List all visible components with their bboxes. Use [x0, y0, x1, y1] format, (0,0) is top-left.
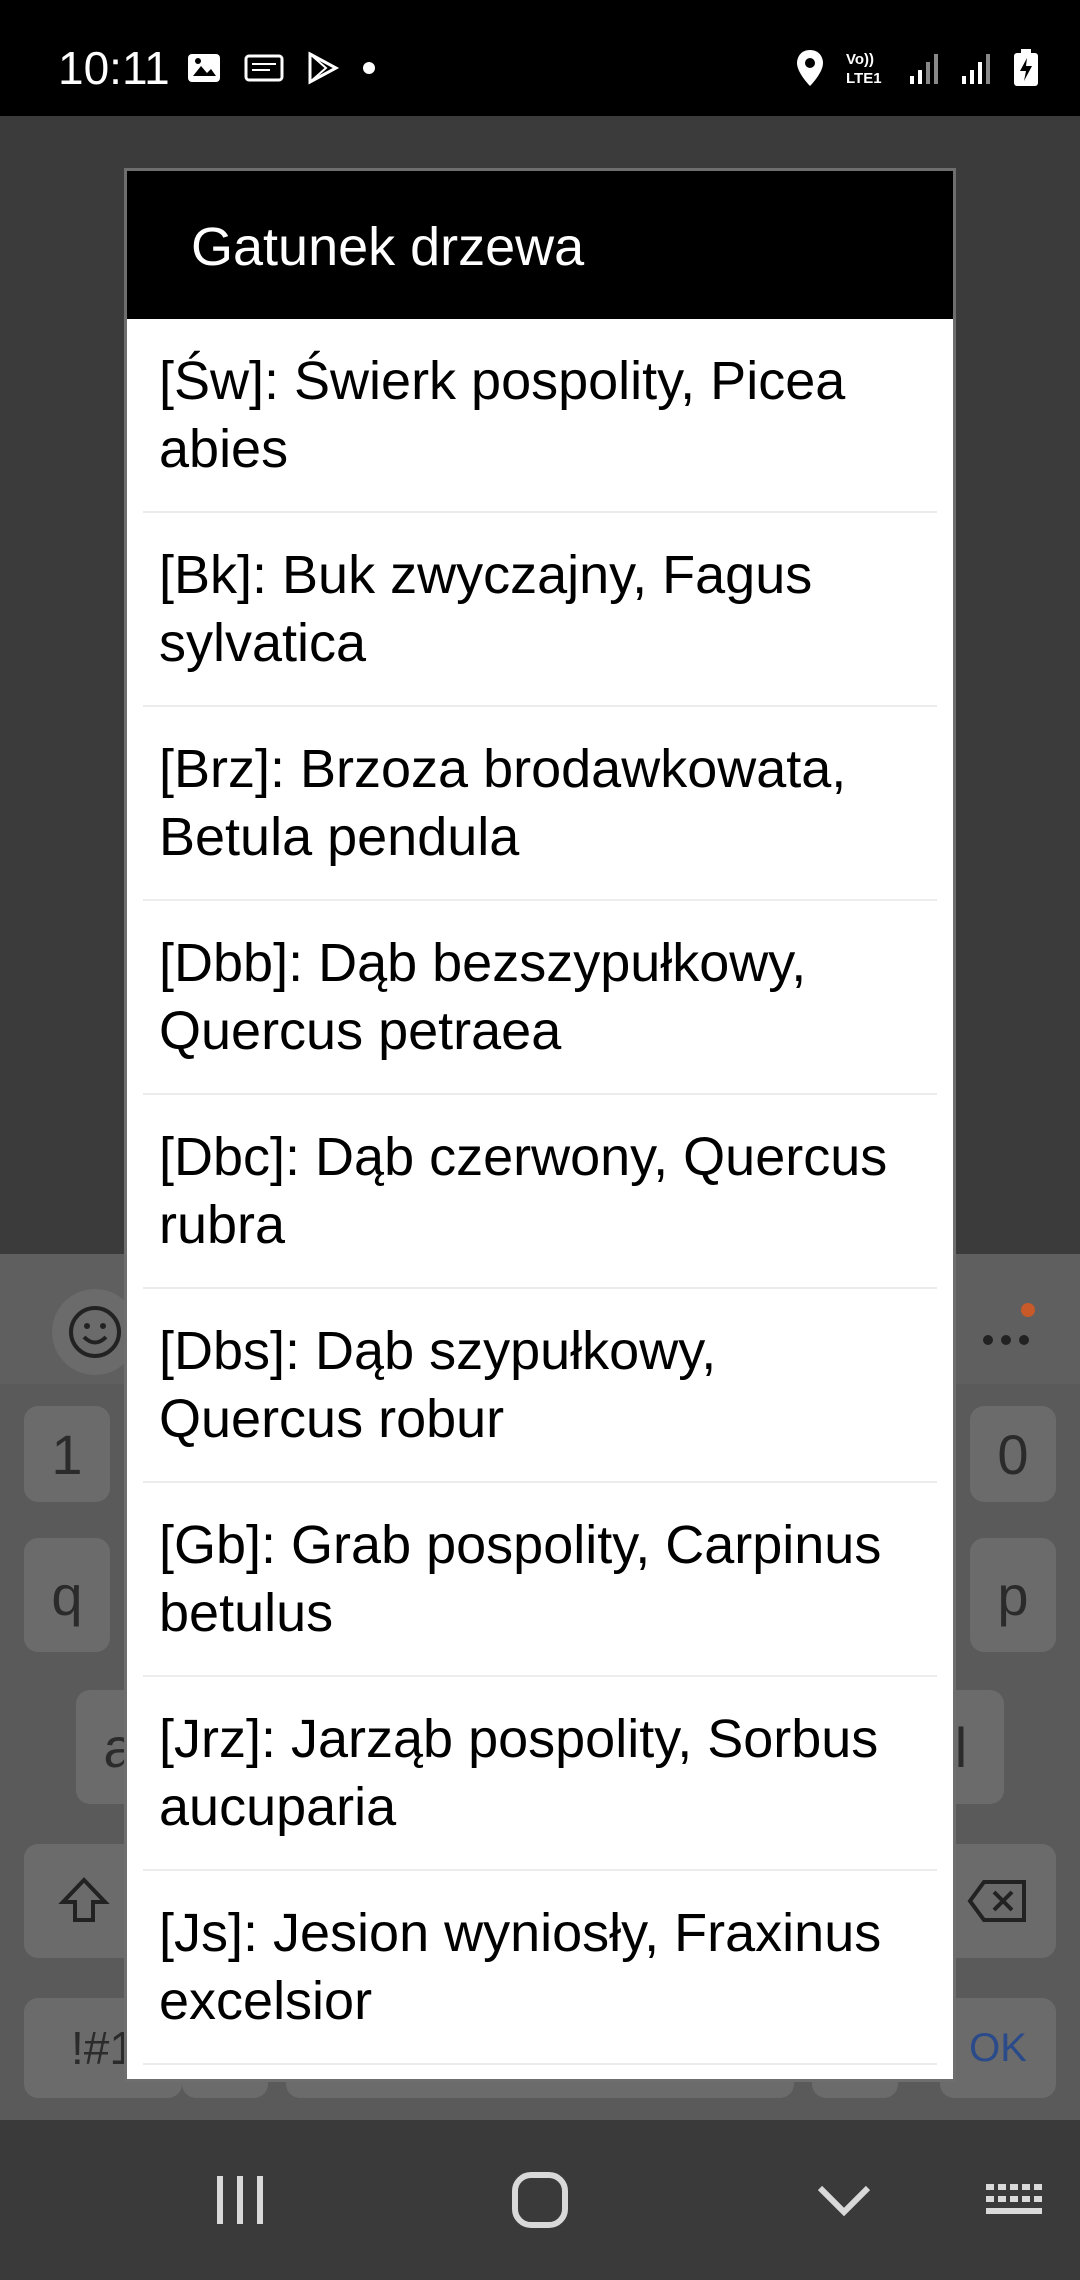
key-0[interactable]: 0 [970, 1406, 1056, 1502]
hide-keyboard-button[interactable] [804, 2160, 884, 2240]
list-item[interactable]: [Gb]: Grab pospolity, Carpinus betulus [127, 1483, 953, 1677]
recent-apps-button[interactable] [200, 2160, 280, 2240]
list-item[interactable]: [Brz]: Brzoza brodawkowata, Betula pendu… [127, 707, 953, 901]
list-item-label: [Dbb]: Dąb bezszypułkowy, Quercus petrae… [159, 933, 807, 1061]
home-button[interactable] [500, 2160, 580, 2240]
list-item[interactable]: [Dbc]: Dąb czerwony, Quercus rubra [127, 1095, 953, 1289]
dot-icon [363, 62, 375, 74]
dialog-title: Gatunek drzewa [191, 217, 585, 277]
svg-text:LTE1: LTE1 [846, 70, 882, 87]
list-item[interactable]: [Dbs]: Dąb szypułkowy, Quercus robur [127, 1289, 953, 1483]
list-item[interactable]: [Js]: Jesion wyniosły, Fraxinus excelsio… [127, 1871, 953, 2065]
ok-key[interactable]: OK [940, 1998, 1056, 2098]
location-icon [797, 50, 823, 86]
list-item-label: [Bk]: Buk zwyczajny, Fagus sylvatica [159, 545, 813, 673]
navigation-bar [0, 2120, 1080, 2280]
status-bar: 10:11 Vo)) LTE1 [0, 0, 1080, 116]
divider [143, 2063, 937, 2065]
signal-1-icon [910, 54, 938, 84]
list-item-label: [Js]: Jesion wyniosły, Fraxinus excelsio… [159, 1903, 882, 2031]
species-list: [Św]: Świerk pospolity, Picea abies [Bk]… [127, 319, 953, 2065]
shift-icon [58, 1877, 110, 1922]
volte-icon: Vo)) LTE1 [846, 51, 882, 87]
more-options-icon[interactable] [976, 1292, 1036, 1352]
backspace-key[interactable] [940, 1844, 1056, 1958]
list-item[interactable]: [Jrz]: Jarząb pospolity, Sorbus aucupari… [127, 1677, 953, 1871]
status-icons-right: Vo)) LTE1 [794, 48, 1040, 88]
cast-icon [244, 54, 284, 82]
battery-charging-icon [1014, 49, 1038, 86]
list-item-label: [Dbs]: Dąb szypułkowy, Quercus robur [159, 1321, 717, 1449]
home-icon [512, 2172, 568, 2228]
list-item-label: [Jrz]: Jarząb pospolity, Sorbus aucupari… [159, 1709, 879, 1837]
recent-apps-icon [217, 2176, 263, 2224]
list-item-label: [Św]: Świerk pospolity, Picea abies [159, 351, 846, 479]
dialog-header: Gatunek drzewa [127, 171, 953, 319]
keyboard-icon [986, 2184, 1042, 2214]
list-item-label: [Gb]: Grab pospolity, Carpinus betulus [159, 1515, 882, 1643]
svg-text:Vo)): Vo)) [846, 51, 874, 68]
list-item-label: [Brz]: Brzoza brodawkowata, Betula pendu… [159, 739, 847, 867]
gallery-icon [188, 54, 220, 82]
signal-2-icon [962, 54, 990, 84]
backspace-icon [967, 1880, 1026, 1922]
play-store-icon [308, 51, 340, 85]
key-p[interactable]: p [970, 1538, 1056, 1652]
key-1[interactable]: 1 [24, 1406, 110, 1502]
list-item-label: [Dbc]: Dąb czerwony, Quercus rubra [159, 1127, 888, 1255]
key-q[interactable]: q [24, 1538, 110, 1652]
status-time: 10:11 [58, 42, 170, 94]
list-item[interactable]: [Dbb]: Dąb bezszypułkowy, Quercus petrae… [127, 901, 953, 1095]
chevron-down-icon [817, 2185, 871, 2217]
tree-species-dialog: Gatunek drzewa [Św]: Świerk pospolity, P… [124, 168, 956, 2082]
status-icons-left [186, 50, 376, 86]
keyboard-switch-button[interactable] [976, 2160, 1056, 2240]
list-item[interactable]: [Bk]: Buk zwyczajny, Fagus sylvatica [127, 513, 953, 707]
list-item[interactable]: [Św]: Świerk pospolity, Picea abies [127, 319, 953, 513]
